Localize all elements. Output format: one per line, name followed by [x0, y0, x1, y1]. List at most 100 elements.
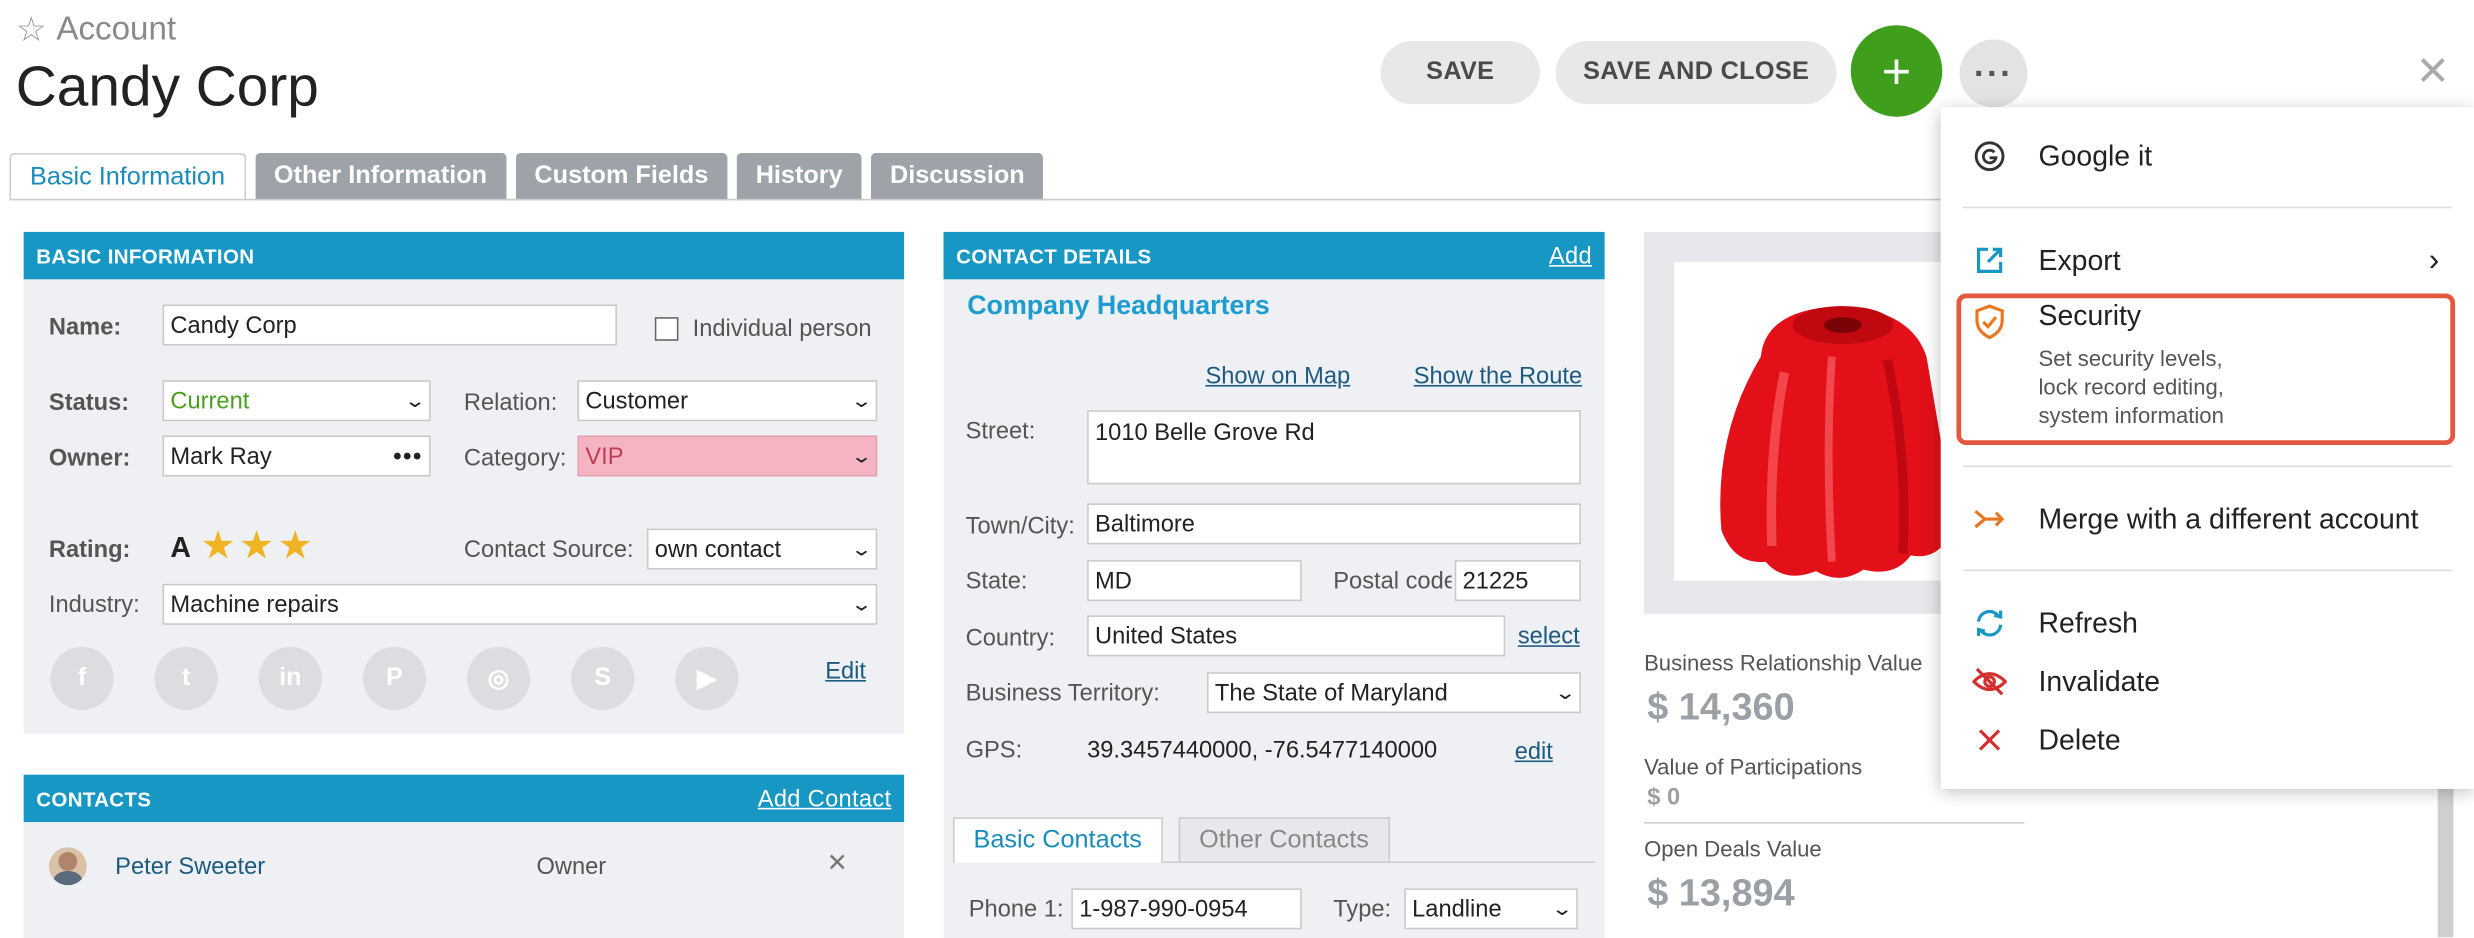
menu-item-invalidate[interactable]: Invalidate	[1941, 661, 2160, 702]
contact-name[interactable]: Peter Sweeter	[115, 854, 265, 881]
chevron-down-icon: ⌄	[850, 538, 873, 561]
tab-other-information[interactable]: Other Information	[254, 153, 507, 201]
skype-icon[interactable]: S	[571, 646, 635, 711]
category-select[interactable]: VIP ⌄	[577, 435, 878, 477]
country-input[interactable]: United States	[1087, 615, 1506, 657]
add-address-link[interactable]: Add	[1549, 242, 1592, 269]
street-value: 1010 Belle Grove Rd	[1094, 419, 1315, 447]
value-of-participations: $ 0	[1647, 784, 1681, 811]
breadcrumb-label: Account	[56, 11, 177, 48]
menu-item-delete[interactable]: Delete	[1941, 719, 2121, 760]
rating-label: Rating:	[48, 536, 131, 564]
street-input[interactable]: 1010 Belle Grove Rd	[1087, 410, 1581, 485]
tab-discussion[interactable]: Discussion	[871, 153, 1044, 201]
ellipsis-icon[interactable]: •••	[393, 443, 423, 470]
owner-value: Mark Ray	[170, 442, 272, 470]
menu-item-google[interactable]: Google it	[1941, 136, 2152, 177]
town-input[interactable]: Baltimore	[1087, 503, 1581, 545]
star-icon[interactable]: ★	[239, 522, 274, 569]
rating-stars[interactable]: ★ ★ ★	[200, 522, 312, 569]
category-label: Category:	[463, 444, 567, 472]
avatar	[48, 847, 87, 886]
page-title: Candy Corp	[15, 53, 319, 119]
state-input[interactable]: MD	[1087, 560, 1302, 602]
chevron-right-icon: ›	[2428, 242, 2440, 277]
postal-code-label: Postal code:	[1333, 568, 1452, 595]
name-input[interactable]: Candy Corp	[162, 304, 617, 346]
twitter-icon[interactable]: t	[154, 646, 218, 711]
add-button[interactable]: +	[1850, 25, 1943, 117]
rating-grade: A	[170, 531, 191, 564]
security-description-line: Set security levels,	[2038, 345, 2223, 371]
menu-item-export[interactable]: Export ›	[1941, 240, 2474, 281]
territory-value: The State of Maryland	[1214, 679, 1448, 707]
status-select[interactable]: Current ⌄	[162, 380, 431, 422]
show-route-link[interactable]: Show the Route	[1414, 363, 1582, 390]
tab-bar: Basic Information Other Information Cust…	[9, 153, 1044, 201]
tab-custom-fields[interactable]: Custom Fields	[515, 153, 728, 201]
refresh-icon	[1941, 607, 2039, 639]
tab-divider	[9, 198, 1951, 201]
save-and-close-button[interactable]: SAVE AND CLOSE	[1555, 41, 1837, 105]
star-icon[interactable]: ★	[200, 522, 235, 569]
phone-type-select[interactable]: Landline ⌄	[1404, 888, 1578, 930]
phone-input[interactable]: 1-987-990-0954	[1071, 888, 1302, 930]
account-image[interactable]	[1674, 261, 1960, 581]
contact-details-panel: CONTACT DETAILS Add Company Headquarters…	[943, 231, 1605, 938]
values-divider	[1644, 822, 2025, 824]
account-image-card	[1644, 231, 1960, 614]
star-icon[interactable]: ☆	[16, 9, 47, 50]
state-label: State:	[965, 568, 1028, 595]
menu-item-merge[interactable]: Merge with a different account	[1941, 499, 2419, 540]
postal-code-input[interactable]: 21225	[1454, 560, 1581, 602]
tab-basic-contacts[interactable]: Basic Contacts	[952, 817, 1163, 864]
jelly-icon	[1720, 306, 1955, 578]
save-button[interactable]: SAVE	[1380, 41, 1540, 105]
industry-value: Machine repairs	[170, 590, 339, 618]
google-icon	[1941, 140, 2039, 172]
more-options-button[interactable]: ···	[1959, 39, 2028, 108]
gps-edit-link[interactable]: edit	[1515, 738, 1553, 765]
external-link-icon	[1941, 245, 2039, 277]
menu-item-label: Security	[2038, 299, 2142, 332]
contact-details-header: CONTACT DETAILS Add	[943, 231, 1605, 280]
security-description-line: lock record editing,	[2038, 373, 2224, 400]
relation-select[interactable]: Customer ⌄	[577, 380, 878, 422]
linkedin-icon[interactable]: in	[258, 646, 322, 711]
menu-item-label: Merge with a different account	[2038, 502, 2419, 535]
tab-history[interactable]: History	[736, 153, 862, 201]
industry-select[interactable]: Machine repairs ⌄	[162, 583, 878, 625]
chevron-down-icon: ⌄	[850, 389, 873, 412]
tab-other-contacts[interactable]: Other Contacts	[1178, 817, 1390, 862]
menu-item-security[interactable]: Security Set security levels, lock recor…	[1941, 300, 2224, 442]
individual-person-checkbox[interactable]	[654, 317, 679, 341]
chevron-down-icon: ⌄	[850, 593, 873, 616]
remove-contact-icon[interactable]: ✕	[827, 847, 848, 879]
territory-select[interactable]: The State of Maryland ⌄	[1207, 672, 1581, 714]
contact-source-value: own contact	[654, 535, 782, 563]
breadcrumb: ☆ Account	[16, 9, 176, 50]
edit-social-link[interactable]: Edit	[825, 658, 866, 685]
scrollbar[interactable]	[2437, 788, 2454, 938]
menu-item-refresh[interactable]: Refresh	[1941, 603, 2138, 644]
show-on-map-link[interactable]: Show on Map	[1205, 363, 1350, 390]
star-icon[interactable]: ★	[277, 522, 312, 569]
chevron-down-icon: ⌄	[1554, 681, 1577, 704]
contact-source-select[interactable]: own contact ⌄	[646, 528, 878, 570]
facebook-icon[interactable]: f	[50, 646, 114, 711]
add-contact-link[interactable]: Add Contact	[758, 785, 892, 812]
youtube-icon[interactable]: ▶	[675, 646, 739, 711]
open-deals-value-label: Open Deals Value	[1644, 836, 1822, 862]
instagram-icon[interactable]: ◎	[467, 646, 531, 711]
close-icon[interactable]: ✕	[2416, 47, 2450, 96]
contact-source-label: Contact Source:	[463, 536, 634, 564]
owner-input[interactable]: Mark Ray •••	[162, 435, 431, 477]
menu-item-label: Export	[2038, 243, 2121, 276]
shield-icon	[1941, 304, 2039, 340]
relation-value: Customer	[585, 387, 688, 415]
panel-title: CONTACT DETAILS	[956, 243, 1152, 268]
merge-icon	[1941, 508, 2039, 530]
tab-basic-information[interactable]: Basic Information	[9, 153, 246, 201]
pinterest-icon[interactable]: P	[362, 646, 427, 711]
select-country-link[interactable]: select	[1518, 623, 1580, 650]
